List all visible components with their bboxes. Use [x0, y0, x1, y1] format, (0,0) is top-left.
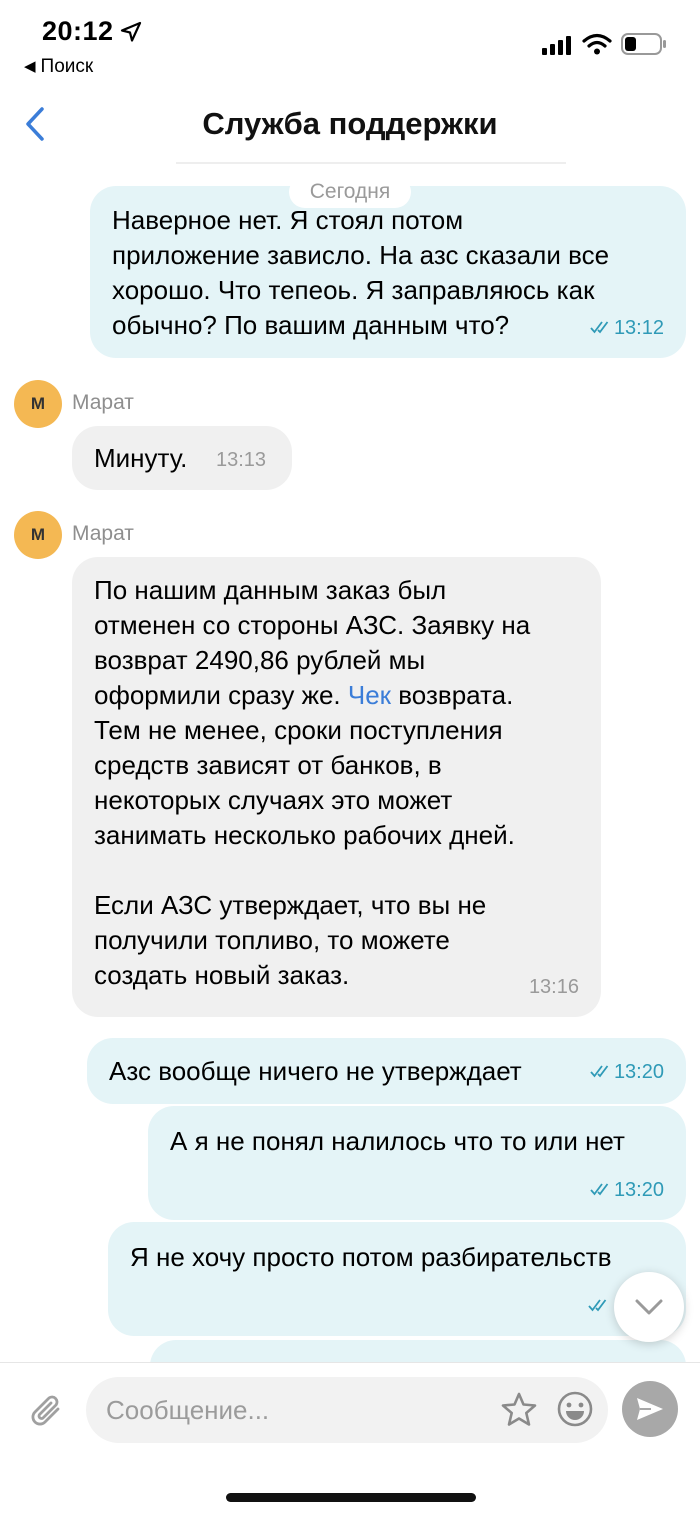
message-input-container [86, 1377, 608, 1443]
message-time-text: 13:20 [613, 1179, 664, 1201]
star-icon[interactable] [500, 1391, 538, 1429]
message-text-part: возврата. Тем не менее, сроки поступлени… [94, 680, 515, 990]
message-text: А я не понял налилось что то или нет [170, 1126, 625, 1156]
message-text: Наверное нет. Я стоял потом приложение з… [112, 205, 610, 340]
back-to-app-link[interactable]: ◀ Поиск [24, 56, 93, 78]
chevron-down-icon [635, 1299, 663, 1315]
message-outgoing[interactable]: А я не понял налилось что то или нет 13:… [148, 1106, 686, 1220]
message-text: По нашим данным заказ был отменен со сто… [94, 573, 579, 993]
date-divider: Сегодня [289, 176, 411, 208]
signal-icon [542, 36, 571, 55]
message-time: 13:16 [528, 976, 579, 998]
wifi-icon [582, 33, 612, 55]
avatar[interactable]: М [14, 511, 62, 559]
message-outgoing[interactable]: Наверное нет. Я стоял потом приложение з… [90, 186, 686, 358]
message-text: Я не хочу просто потом разбирательств [130, 1242, 612, 1272]
send-icon [637, 1398, 663, 1420]
message-text: Азс вообще ничего не утверждает [109, 1056, 522, 1086]
message-time: 13:12 [590, 316, 664, 340]
composer-bar [0, 1362, 700, 1516]
send-button[interactable] [622, 1381, 678, 1437]
sender-name: Марат [72, 391, 134, 414]
home-indicator [226, 1493, 476, 1502]
scroll-down-button[interactable] [614, 1272, 684, 1342]
message-time-text: 13:20 [613, 1061, 664, 1083]
double-check-icon [588, 1299, 607, 1312]
message-time: 13:20 [590, 1060, 664, 1084]
message-input[interactable] [106, 1377, 486, 1443]
status-bar: 20:12 ◀ Поиск [0, 0, 700, 84]
message-time: 13:13 [216, 449, 267, 471]
battery-icon [621, 33, 666, 55]
divider [176, 162, 566, 164]
paperclip-icon[interactable] [30, 1393, 66, 1431]
message-incoming[interactable]: По нашим данным заказ был отменен со сто… [72, 557, 601, 1017]
sender-name: Марат [72, 522, 134, 545]
message-time-text: 13:12 [613, 317, 664, 339]
double-check-icon [590, 1183, 609, 1196]
receipt-link[interactable]: Чек [348, 680, 391, 710]
avatar[interactable]: М [14, 380, 62, 428]
message-outgoing[interactable]: Азс вообще ничего не утверждает 13:20 [87, 1038, 686, 1104]
message-time [588, 1294, 612, 1318]
message-outgoing[interactable]: Я не хочу просто потом разбирательств [108, 1222, 686, 1336]
back-triangle-icon: ◀ [24, 58, 36, 75]
double-check-icon [590, 321, 609, 334]
smile-icon[interactable] [556, 1390, 594, 1428]
message-time: 13:20 [590, 1178, 664, 1202]
back-to-app-label: Поиск [40, 56, 94, 77]
message-incoming[interactable]: Минуту. 13:13 [72, 426, 292, 490]
status-time: 20:12 [42, 16, 114, 46]
double-check-icon [590, 1065, 609, 1078]
location-arrow-icon [120, 21, 142, 42]
nav-bar: Служба поддержки [0, 92, 700, 156]
page-title: Служба поддержки [202, 106, 498, 141]
